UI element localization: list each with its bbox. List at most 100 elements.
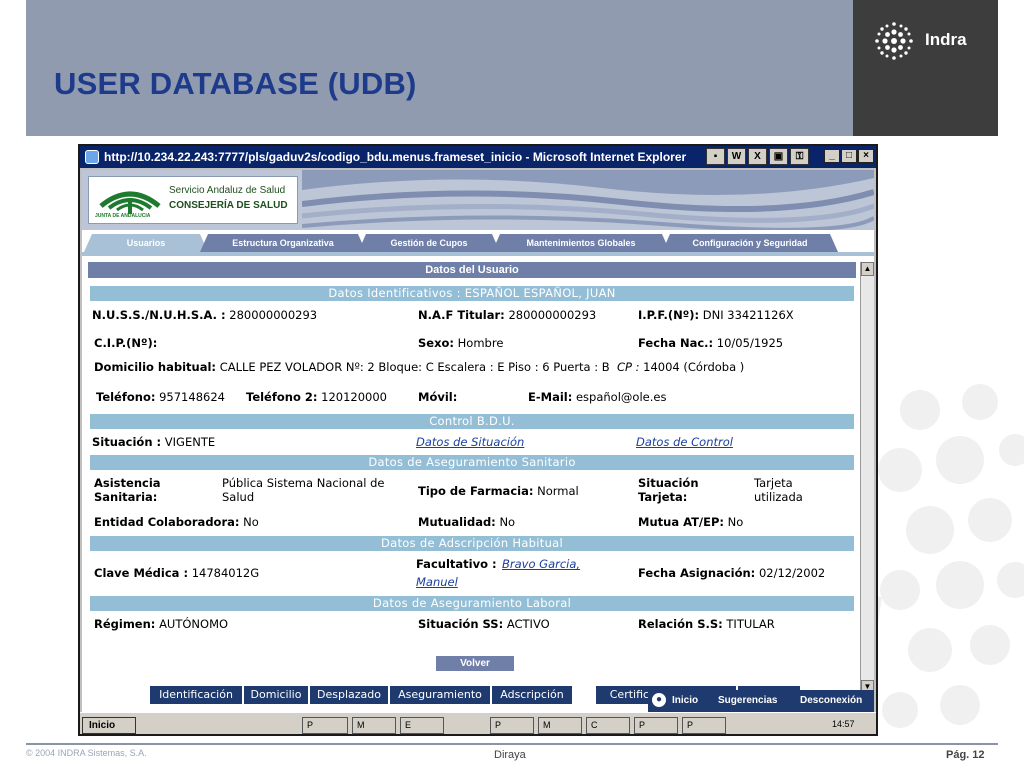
situacion-ss-value: ACTIVO (506, 617, 550, 631)
situacion-tarjeta-label-line2: Tarjeta: (638, 490, 688, 504)
word-icon[interactable]: W (727, 148, 746, 165)
site-header: JUNTA DE ANDALUCIA Servicio Andaluz de S… (82, 170, 874, 230)
home-icon[interactable]: ● (652, 693, 666, 707)
asistencia-value-line2: Salud (222, 490, 255, 504)
situacion-tarjeta-value-line1: Tarjeta (754, 476, 793, 490)
taskbar-item[interactable]: C (586, 717, 630, 734)
excel-icon[interactable]: X (748, 148, 767, 165)
taskbar-item[interactable]: M (538, 717, 582, 734)
inicio-link[interactable]: Inicio (672, 693, 698, 708)
section-adscripcion-habitual: Datos de Adscripción Habitual (90, 536, 854, 551)
tab-gestion-de-cupos[interactable]: Gestión de Cupos (358, 234, 500, 252)
web-page: JUNTA DE ANDALUCIA Servicio Andaluz de S… (82, 170, 874, 712)
fecha-nac-field: Fecha Nac.: 10/05/1925 (638, 336, 783, 350)
cip-field: C.I.P.(Nº): (94, 336, 157, 350)
entidad-field: Entidad Colaboradora: No (94, 515, 259, 529)
window-titlebar[interactable]: http://10.234.22.243:7777/pls/gaduv2s/co… (80, 146, 876, 168)
situacion-ss-field: Situación SS: ACTIVO (418, 617, 550, 631)
volver-button[interactable]: Volver (436, 656, 514, 671)
close-button[interactable]: × (858, 149, 874, 163)
telefono2-label: Teléfono 2: (246, 390, 318, 404)
panel-title: Datos del Usuario (88, 262, 856, 278)
naf-label: N.A.F Titular: (418, 308, 505, 322)
footer-copyright: © 2004 INDRA Sistemas, S.A. (26, 748, 147, 758)
cp-value: 14004 (Córdoba ) (643, 360, 745, 374)
section-aseguramiento-sanitario: Datos de Aseguramiento Sanitario (90, 455, 854, 470)
bottom-tab-adscripcion[interactable]: Adscripción (492, 686, 572, 704)
naf-field: N.A.F Titular: 280000000293 (418, 308, 596, 322)
bottom-tab-identificacion[interactable]: Identificación (150, 686, 242, 704)
powerpoint-icon[interactable]: ▣ (769, 148, 788, 165)
situacion-tarjeta-label: Situación Tarjeta: (638, 476, 699, 504)
windows-taskbar: Inicio P M E P M C P P 14:57 (80, 712, 876, 734)
maximize-button[interactable]: □ (841, 149, 857, 163)
cip-label: C.I.P.(Nº): (94, 336, 158, 350)
email-value: español@ole.es (575, 390, 667, 404)
facultativo-field: Facultativo : (416, 557, 497, 571)
footer-divider (26, 743, 998, 745)
bottom-tab-desplazado[interactable]: Desplazado (310, 686, 388, 704)
facultativo-link[interactable]: Bravo Garcia, (502, 557, 580, 571)
mutualidad-label: Mutualidad: (418, 515, 496, 529)
tab-mantenimientos-globales[interactable]: Mantenimientos Globales (492, 234, 670, 252)
taskbar-item[interactable]: E (400, 717, 444, 734)
desconexion-link[interactable]: Desconexión (800, 693, 862, 708)
email-label: E-Mail: (528, 390, 573, 404)
taskbar-item[interactable]: P (490, 717, 534, 734)
facultativo-label: Facultativo : (416, 557, 497, 571)
facultativo-link-line2[interactable]: Manuel (416, 575, 458, 589)
bottom-tab-domicilio[interactable]: Domicilio (244, 686, 308, 704)
situacion-tarjeta-value: Tarjeta utilizada (754, 476, 803, 504)
taskbar-item[interactable]: M (352, 717, 396, 734)
footer-center-label: Diraya (494, 749, 526, 761)
bottom-tab-aseguramiento[interactable]: Aseguramiento (390, 686, 490, 704)
sexo-field: Sexo: Hombre (418, 336, 503, 350)
asistencia-label-line2: Sanitaria: (94, 490, 158, 504)
movil-label: Móvil: (418, 390, 458, 404)
sas-logo-block: JUNTA DE ANDALUCIA Servicio Andaluz de S… (88, 176, 298, 224)
slide-title: USER DATABASE (UDB) (54, 66, 417, 101)
minimize-button[interactable]: _ (824, 149, 840, 163)
tab-configuracion-y-seguridad[interactable]: Configuración y Seguridad (662, 234, 838, 252)
email-field: E-Mail: español@ole.es (528, 390, 666, 404)
tab-underline (82, 252, 874, 256)
fecha-asignacion-field: Fecha Asignación: 02/12/2002 (638, 566, 825, 580)
entidad-value: No (243, 515, 259, 529)
sugerencias-link[interactable]: Sugerencias (718, 693, 777, 708)
logo-caption: JUNTA DE ANDALUCIA (95, 213, 151, 219)
telefono-value: 957148624 (159, 390, 225, 404)
tab-estructura-organizativa[interactable]: Estructura Organizativa (200, 234, 366, 252)
clave-medica-field: Clave Médica : 14784012G (94, 566, 259, 580)
start-button[interactable]: Inicio (82, 717, 136, 734)
scroll-up-arrow-icon[interactable]: ▲ (861, 262, 874, 276)
key-icon[interactable]: ⚿ (790, 148, 809, 165)
taskbar-clock: 14:57 (832, 719, 855, 729)
taskbar-item[interactable]: P (634, 717, 678, 734)
ipf-field: I.P.F.(Nº): DNI 33421126X (638, 308, 794, 322)
asistencia-label-line1: Asistencia (94, 476, 161, 490)
movil-field: Móvil: (418, 390, 457, 404)
vertical-scrollbar[interactable]: ▲ ▼ (860, 262, 874, 694)
link-datos-de-situacion[interactable]: Datos de Situación (416, 435, 524, 449)
relacion-ss-value: TITULAR (726, 617, 775, 631)
header-wave-decoration (302, 170, 874, 230)
relacion-ss-label: Relación S.S: (638, 617, 723, 631)
taskbar-item[interactable]: P (682, 717, 726, 734)
relacion-ss-field: Relación S.S: TITULAR (638, 617, 775, 631)
mutua-field: Mutua AT/EP: No (638, 515, 743, 529)
taskbar-item[interactable]: P (302, 717, 348, 734)
farmacia-field: Tipo de Farmacia: Normal (418, 484, 579, 498)
mutualidad-field: Mutualidad: No (418, 515, 515, 529)
org-name-line1: Servicio Andaluz de Salud (169, 185, 286, 196)
situacion-ss-label: Situación SS: (418, 617, 504, 631)
link-datos-de-control[interactable]: Datos de Control (636, 435, 733, 449)
app-tray-icon[interactable]: ▪ (706, 148, 725, 165)
asistencia-value-line1: Pública Sistema Nacional de (222, 476, 385, 490)
situacion-label: Situación : (92, 435, 162, 449)
tab-usuarios[interactable]: Usuarios (84, 234, 208, 252)
ipf-value: DNI 33421126X (702, 308, 794, 322)
farmacia-value: Normal (537, 484, 579, 498)
main-nav-tabs: Usuarios Estructura Organizativa Gestión… (82, 234, 874, 252)
internet-explorer-icon (85, 150, 99, 164)
clave-medica-value: 14784012G (191, 566, 260, 580)
